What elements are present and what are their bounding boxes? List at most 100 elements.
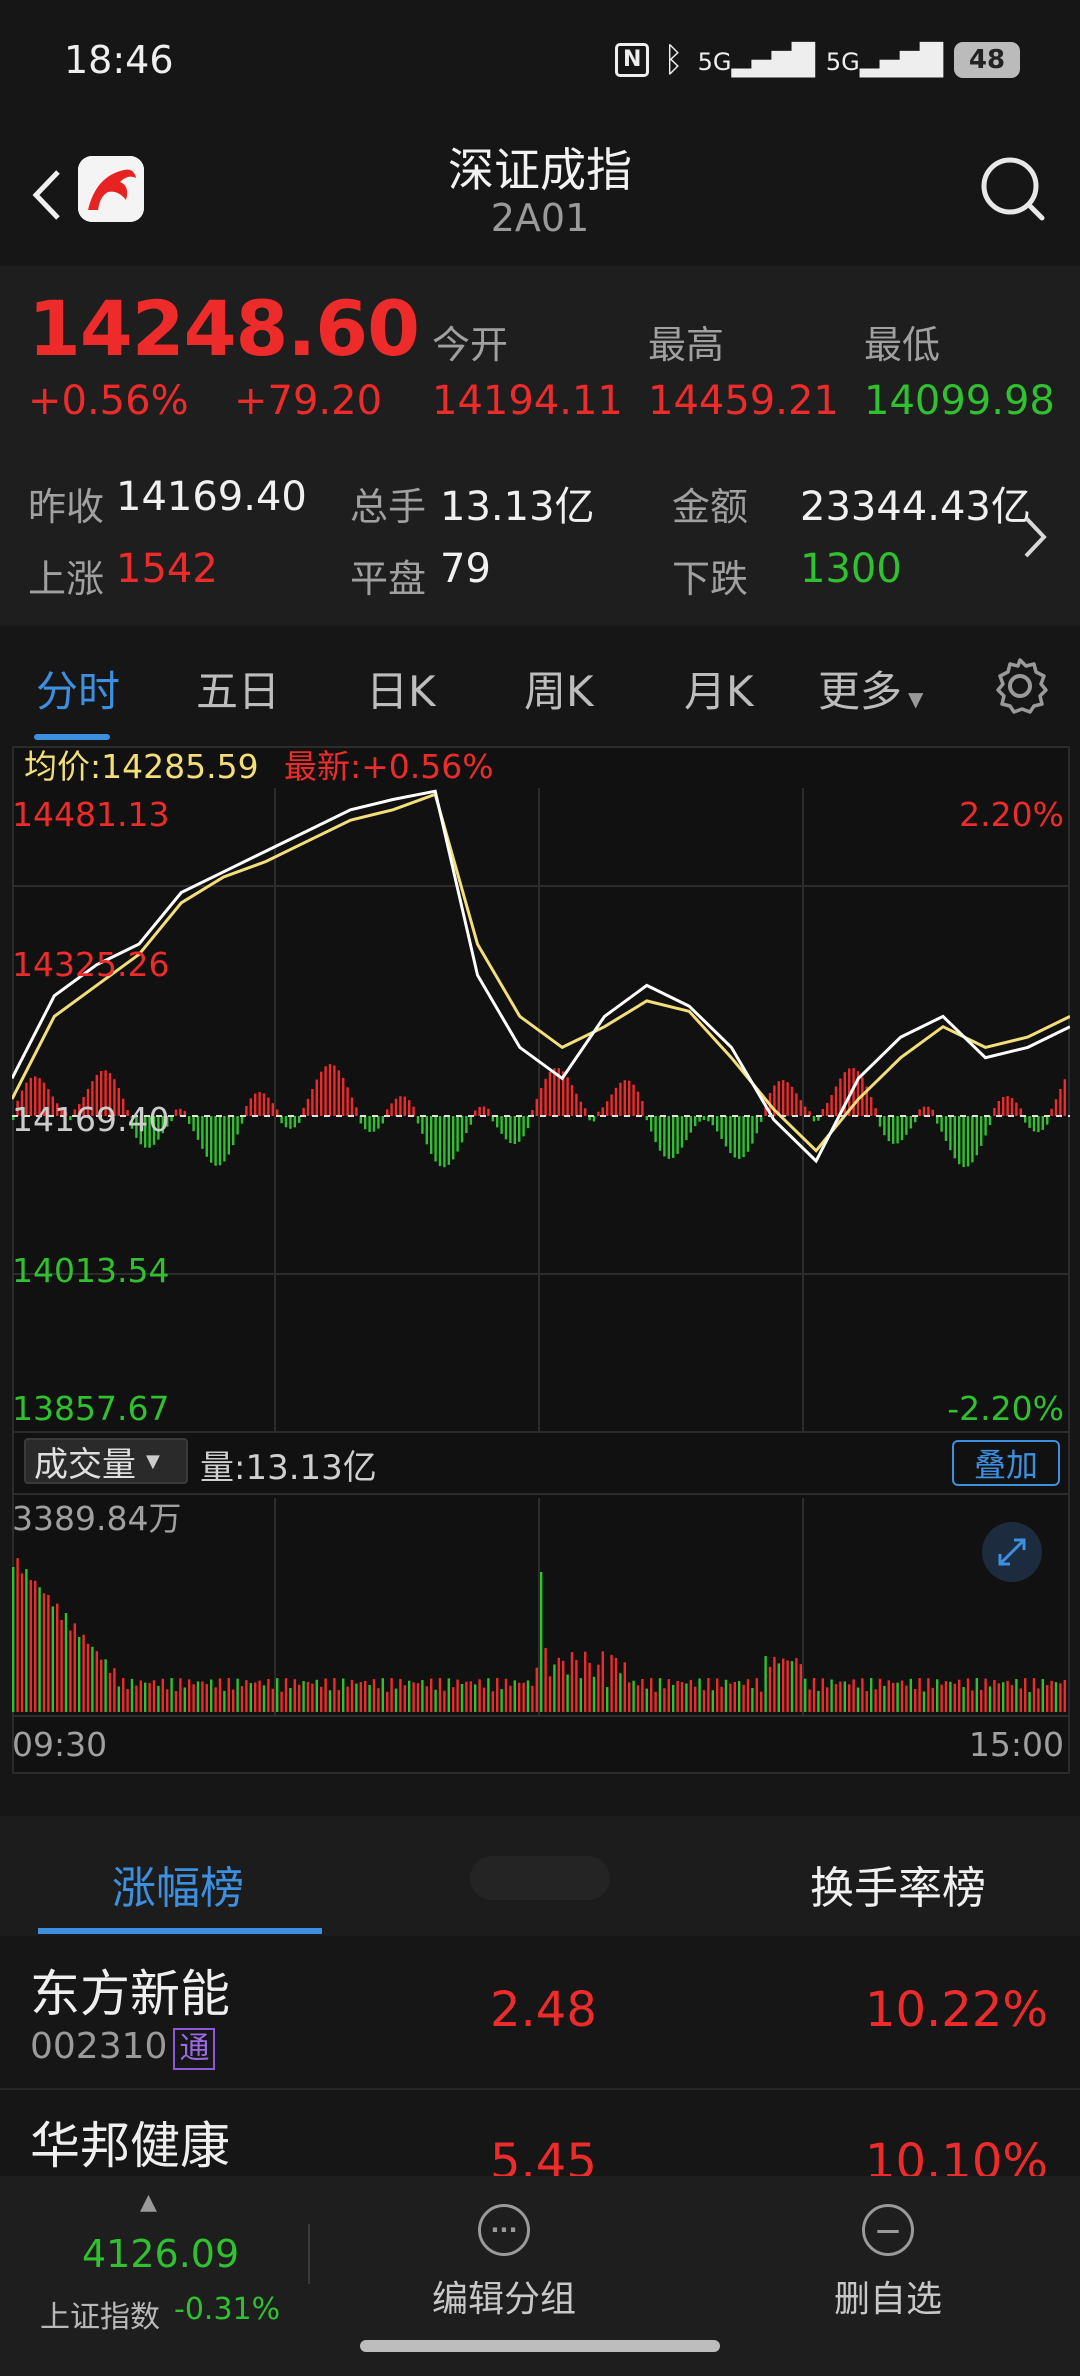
tick-bar	[874, 1108, 877, 1116]
volume-bar	[403, 1685, 406, 1712]
remove-watchlist-button[interactable]: — 删自选	[768, 2204, 1008, 2322]
index-value[interactable]: 4126.09	[82, 2232, 239, 2276]
index-change-pct: -0.31%	[174, 2292, 281, 2327]
tick-bar	[548, 1071, 552, 1116]
volume-bar	[997, 1683, 1000, 1712]
volume-bar	[636, 1685, 640, 1712]
tab-intraday[interactable]: 分时	[36, 658, 120, 719]
volume-bar	[333, 1678, 336, 1712]
volume-bar	[518, 1682, 521, 1712]
volume-bar	[953, 1683, 956, 1712]
volume-bar	[29, 1580, 32, 1712]
tab-gainers[interactable]: 涨幅榜	[112, 1852, 244, 1916]
page-title: 深证成指	[448, 143, 632, 197]
volume-bar	[258, 1680, 261, 1712]
y-label-mid: 14169.40	[12, 1100, 169, 1139]
volume-bar	[408, 1680, 411, 1712]
volume-bar	[108, 1672, 112, 1712]
expand-icon[interactable]	[982, 1522, 1042, 1582]
change-pct: +0.56%	[28, 378, 189, 424]
volume-bar	[161, 1678, 164, 1712]
volume-bar	[949, 1681, 952, 1712]
search-icon[interactable]	[976, 152, 1050, 226]
expand-up-icon[interactable]: ▲	[140, 2190, 157, 2215]
tick-bar	[447, 1116, 450, 1165]
volume-bar	[368, 1684, 371, 1712]
volume-indicator-select[interactable]: 成交量 ▼	[24, 1438, 188, 1485]
tick-bar	[210, 1116, 213, 1163]
volume-bar	[504, 1678, 508, 1712]
open-label: 今开	[432, 323, 509, 367]
edit-group-button[interactable]: ··· 编辑分组	[384, 2204, 624, 2322]
tick-bar	[174, 1109, 178, 1116]
tick-bar	[619, 1082, 622, 1116]
tick-bar	[421, 1116, 424, 1134]
volume-bar	[667, 1679, 670, 1712]
tick-bar	[179, 1108, 182, 1116]
list-item[interactable]: 东方新能 002310 通 2.48 10.22%	[0, 1938, 1080, 2090]
tick-bar	[469, 1116, 472, 1125]
tick-bar	[306, 1098, 310, 1116]
tab-five-day[interactable]: 五日	[196, 658, 280, 719]
volume-bar	[394, 1688, 398, 1712]
tick-bar	[460, 1116, 464, 1143]
tick-bar	[201, 1116, 204, 1149]
volume-bar	[1032, 1678, 1036, 1712]
volume-bar	[1019, 1688, 1022, 1712]
volume-bar	[359, 1682, 362, 1712]
tab-weekly-k[interactable]: 周K	[524, 658, 594, 719]
tick-bar	[280, 1116, 283, 1124]
tick-bar	[535, 1098, 538, 1116]
tick-bar	[1046, 1116, 1049, 1125]
volume-header: 成交量 ▼ 量:13.13亿 叠加	[14, 1432, 1068, 1494]
volume-bar	[443, 1690, 446, 1712]
tick-bar	[654, 1116, 657, 1143]
volume-bar	[267, 1678, 270, 1712]
tick-bar	[742, 1116, 745, 1158]
tick-bar	[724, 1116, 728, 1147]
home-indicator[interactable]	[360, 2340, 720, 2352]
tick-bar	[188, 1116, 191, 1124]
volume-bar	[144, 1682, 147, 1712]
quote-panel: 14248.60 +0.56% +79.20 今开 14194.11 最高 14…	[0, 266, 1080, 626]
tick-bar	[821, 1109, 824, 1116]
volume-bar	[12, 1567, 15, 1712]
tick-bar	[909, 1116, 912, 1129]
volume-bar	[782, 1658, 785, 1712]
tick-bar	[790, 1086, 794, 1116]
tick-bar	[416, 1116, 420, 1124]
gear-icon[interactable]	[988, 654, 1052, 718]
status-time: 18:46	[64, 38, 174, 82]
volume-bar	[557, 1657, 560, 1712]
volume-bar	[975, 1678, 978, 1712]
overlay-button[interactable]: 叠加	[952, 1440, 1060, 1486]
volume-bar	[69, 1630, 72, 1712]
volume-bar	[487, 1678, 490, 1712]
tick-bar	[1002, 1096, 1005, 1116]
chevron-right-icon[interactable]	[1016, 510, 1052, 564]
volume-bar	[628, 1682, 631, 1712]
tick-bar	[298, 1116, 301, 1123]
tick-bar	[526, 1116, 530, 1129]
tab-more[interactable]: 更多 ▼	[818, 658, 923, 719]
tab-monthly-k[interactable]: 月K	[684, 658, 754, 719]
tick-bar	[579, 1101, 582, 1116]
volume-bar	[856, 1687, 860, 1712]
volume-bar	[808, 1689, 811, 1712]
tick-bar	[940, 1116, 943, 1132]
volume-bar	[786, 1660, 789, 1712]
volume-label: 总手	[350, 485, 427, 529]
volume-bar	[157, 1685, 160, 1712]
tab-daily-k[interactable]: 日K	[366, 658, 436, 719]
volume-bar	[914, 1688, 917, 1712]
volume-bar	[100, 1659, 103, 1712]
tick-bar	[799, 1100, 802, 1116]
page-subtitle: 2A01	[490, 196, 590, 240]
tab-turnover[interactable]: 换手率榜	[810, 1852, 986, 1916]
volume-bar	[1015, 1679, 1018, 1712]
volume-bar	[78, 1636, 81, 1712]
tick-bar	[733, 1116, 736, 1158]
signal-icon-2: 5G▂▄▆█	[825, 42, 943, 78]
tick-bar	[570, 1085, 574, 1116]
tick-bar	[1041, 1116, 1044, 1130]
